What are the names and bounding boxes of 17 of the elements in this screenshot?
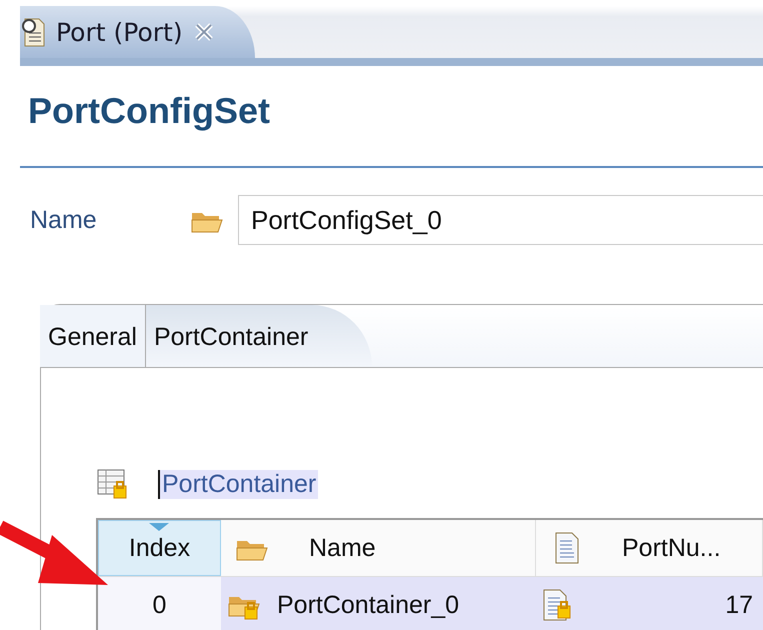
document-icon	[20, 16, 46, 48]
name-field[interactable]: PortConfigSet_0	[238, 195, 763, 245]
field-label: Name	[29, 206, 98, 234]
column-header[interactable]: Index	[98, 520, 221, 576]
table-cell: PortContainer_0	[221, 577, 536, 630]
tab-label: Port (Port)	[56, 18, 183, 46]
editor-tab[interactable]: Port (Port)	[20, 6, 255, 58]
table-icon	[96, 468, 128, 500]
table-cell: 0	[98, 577, 221, 630]
tab[interactable]: General	[40, 305, 146, 367]
table-title: PortContainer	[158, 470, 318, 498]
sort-icon	[149, 523, 169, 531]
column-header[interactable]: PortNu...	[536, 520, 763, 576]
table-cell: 17	[536, 577, 763, 630]
column-header[interactable]: Name	[221, 520, 536, 576]
close-icon	[192, 21, 215, 43]
form-title: PortConfigSet	[27, 89, 271, 133]
